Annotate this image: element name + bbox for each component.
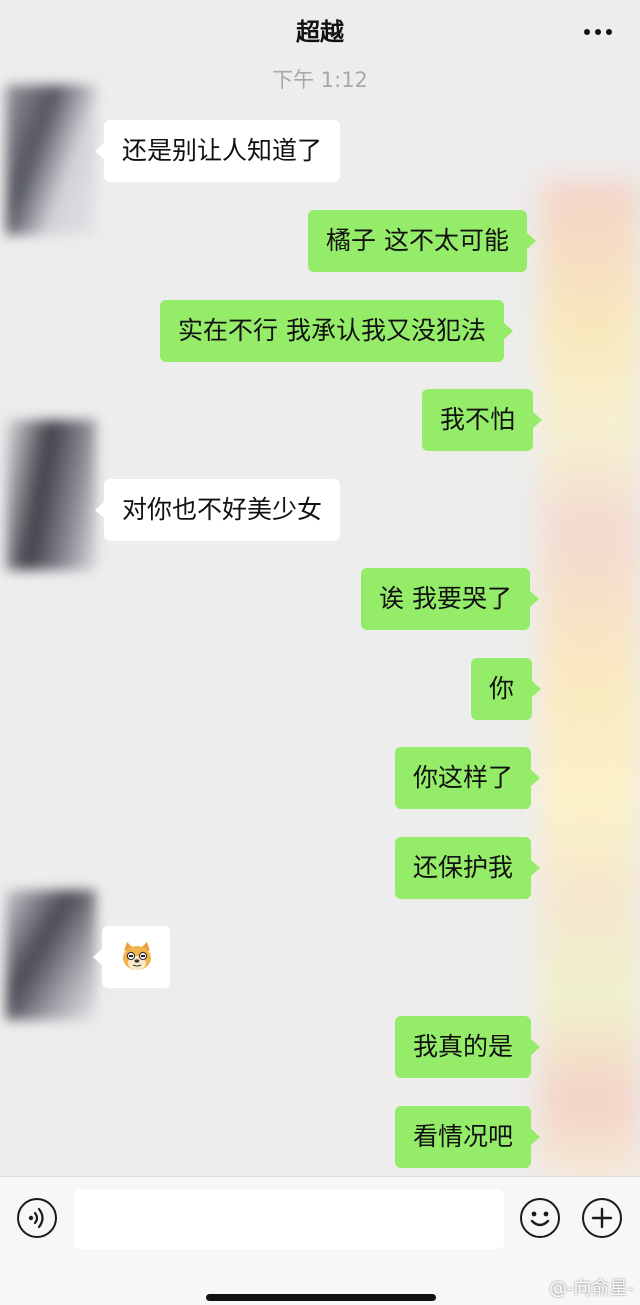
chat-header: 超越 <box>0 0 640 64</box>
outgoing-message[interactable]: 看情况吧 <box>395 1106 541 1168</box>
more-functions-button[interactable] <box>582 1198 622 1238</box>
incoming-message[interactable]: 对你也不好美少女 <box>94 479 341 541</box>
more-dots-icon <box>584 29 590 35</box>
home-indicator[interactable] <box>206 1294 436 1301</box>
contact-avatar[interactable] <box>6 85 96 235</box>
doge-emoji-icon <box>123 942 151 970</box>
contact-avatar[interactable] <box>6 890 96 1020</box>
outgoing-message[interactable]: 实在不行 我承认我又没犯法 <box>160 300 513 362</box>
blurred-overlay <box>540 180 640 1180</box>
voice-icon <box>28 1207 44 1229</box>
incoming-message[interactable]: 还是别让人知道了 <box>94 120 341 182</box>
outgoing-message[interactable]: 我真的是 <box>395 1016 541 1078</box>
chat-title: 超越 <box>296 18 344 46</box>
outgoing-message[interactable]: 你 <box>471 658 542 720</box>
message-input-bar <box>0 1176 640 1305</box>
contact-avatar[interactable] <box>6 420 96 570</box>
emoji-button[interactable] <box>520 1198 560 1238</box>
emoji-smile-icon <box>530 1211 550 1227</box>
outgoing-message[interactable]: 橘子 这不太可能 <box>308 210 536 272</box>
incoming-sticker-message[interactable] <box>93 926 170 988</box>
outgoing-message[interactable]: 我不怕 <box>422 389 543 451</box>
message-timestamp: 下午 1:12 <box>272 68 368 92</box>
weibo-watermark: @-向俞星- <box>549 1278 634 1299</box>
outgoing-message[interactable]: 你这样了 <box>395 747 541 809</box>
outgoing-message[interactable]: 诶 我要哭了 <box>361 568 539 630</box>
more-options-button[interactable] <box>578 18 618 46</box>
outgoing-message[interactable]: 还保护我 <box>395 837 541 899</box>
voice-input-button[interactable] <box>17 1198 57 1238</box>
message-text-input[interactable] <box>74 1189 504 1249</box>
plus-icon <box>591 1207 613 1229</box>
